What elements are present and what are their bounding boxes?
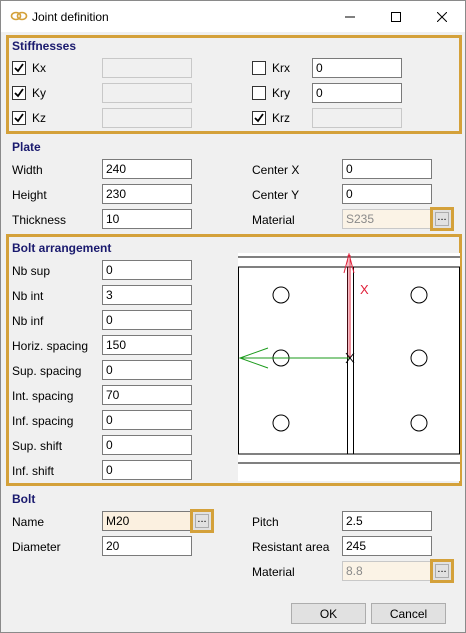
inf-spacing-field[interactable]: 0 [102, 410, 192, 430]
center-x-field[interactable]: 0 [342, 159, 432, 179]
height-field[interactable]: 230 [102, 184, 192, 204]
diameter-field[interactable]: 20 [102, 536, 192, 556]
ky-label: Ky [32, 86, 47, 100]
thickness-label: Thickness [12, 213, 67, 227]
plate-material-label: Material [252, 213, 295, 227]
window-title: Joint definition [32, 10, 109, 24]
checkmark-icon [14, 63, 24, 73]
ky-field[interactable] [102, 83, 192, 103]
bolt-title: Bolt [12, 492, 36, 506]
plate-title: Plate [12, 140, 41, 154]
krz-field[interactable] [312, 108, 402, 128]
bolt-material-field[interactable]: 8.8 [342, 561, 432, 581]
maximize-icon [391, 11, 401, 22]
nb-sup-field[interactable]: 0 [102, 260, 192, 280]
minimize-icon [345, 16, 355, 17]
center-y-field[interactable]: 0 [342, 184, 432, 204]
thickness-field[interactable]: 10 [102, 209, 192, 229]
horiz-spacing-label: Horiz. spacing [12, 339, 89, 353]
bolt-material-browse-button[interactable]: ... [430, 559, 454, 583]
ky-checkbox[interactable] [12, 86, 26, 100]
bolt-name-label: Name [12, 515, 45, 529]
kry-label: Kry [272, 86, 290, 100]
kz-label: Kz [32, 111, 47, 125]
sup-shift-label: Sup. shift [12, 439, 63, 453]
resistant-area-field[interactable]: 245 [342, 536, 432, 556]
krx-checkbox[interactable] [252, 61, 266, 75]
nb-inf-field[interactable]: 0 [102, 310, 192, 330]
right-plate [353, 266, 460, 455]
int-spacing-field[interactable]: 70 [102, 385, 192, 405]
krx-field[interactable]: 0 [312, 58, 402, 78]
left-plate [238, 266, 348, 455]
kz-field[interactable] [102, 108, 192, 128]
sup-shift-field[interactable]: 0 [102, 435, 192, 455]
bolt-hole [272, 286, 290, 304]
inf-shift-field[interactable]: 0 [102, 460, 192, 480]
kry-field[interactable]: 0 [312, 83, 402, 103]
inf-spacing-label: Inf. spacing [12, 414, 74, 428]
close-button[interactable] [419, 1, 465, 32]
joint-definition-window: Joint definition Stiffnesses Kx Ky Kz Kr… [0, 0, 466, 633]
checkmark-icon [254, 113, 264, 123]
maximize-button[interactable] [373, 1, 419, 32]
bolt-hole [410, 349, 428, 367]
title-bar[interactable]: Joint definition [1, 1, 465, 32]
bolt-layout-diagram: X [238, 252, 460, 481]
stiffnesses-title: Stiffnesses [12, 39, 77, 53]
bolt-layout-drawing: X [238, 252, 460, 464]
checkmark-icon [14, 113, 24, 123]
pitch-label: Pitch [252, 515, 279, 529]
cancel-button[interactable]: Cancel [371, 603, 446, 624]
x-axis-label: X [360, 282, 369, 297]
minimize-button[interactable] [327, 1, 373, 32]
height-label: Height [12, 188, 47, 202]
ok-button[interactable]: OK [291, 603, 366, 624]
width-field[interactable]: 240 [102, 159, 192, 179]
close-icon [437, 11, 447, 22]
kz-checkbox[interactable] [12, 111, 26, 125]
bolt-name-browse-label: ... [195, 514, 209, 528]
checkmark-icon [14, 88, 24, 98]
nb-int-label: Nb int [12, 289, 44, 303]
krz-label: Krz [272, 111, 290, 125]
sup-spacing-label: Sup. spacing [12, 364, 82, 378]
kx-label: Kx [32, 61, 47, 75]
bolt-hole [272, 414, 290, 432]
bolt-name-browse-button[interactable]: ... [190, 509, 214, 533]
kx-checkbox[interactable] [12, 61, 26, 75]
krz-checkbox[interactable] [252, 111, 266, 125]
kry-checkbox[interactable] [252, 86, 266, 100]
diameter-label: Diameter [12, 540, 61, 554]
nb-inf-label: Nb inf [12, 314, 44, 328]
plate-material-browse-label: ... [435, 212, 449, 226]
nb-int-field[interactable]: 3 [102, 285, 192, 305]
plate-material-browse-button[interactable]: ... [430, 207, 454, 231]
inf-shift-label: Inf. shift [12, 464, 55, 478]
bolt-hole [410, 414, 428, 432]
plate-material-field[interactable]: S235 [342, 209, 432, 229]
krx-label: Krx [272, 61, 290, 75]
center-y-label: Center Y [252, 188, 300, 202]
width-label: Width [12, 163, 43, 177]
bolt-material-label: Material [252, 565, 295, 579]
kx-field[interactable] [102, 58, 192, 78]
int-spacing-label: Int. spacing [12, 389, 74, 403]
resistant-area-label: Resistant area [252, 540, 330, 554]
center-x-label: Center X [252, 163, 300, 177]
bolt-hole [410, 286, 428, 304]
chain-link-icon [10, 11, 28, 21]
nb-sup-label: Nb sup [12, 264, 51, 278]
bolt-material-browse-label: ... [435, 564, 449, 578]
horiz-spacing-field[interactable]: 150 [102, 335, 192, 355]
pitch-field[interactable]: 2.5 [342, 511, 432, 531]
bolt-name-field[interactable]: M20 [102, 511, 192, 531]
bolt-arrangement-title: Bolt arrangement [12, 241, 112, 255]
sup-spacing-field[interactable]: 0 [102, 360, 192, 380]
